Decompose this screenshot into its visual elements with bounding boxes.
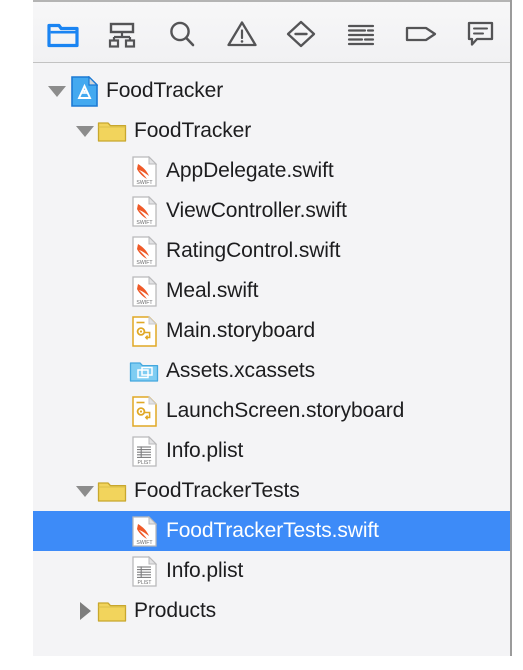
hierarchy-icon [109,22,136,48]
tree-item-foodtrackertests-swift[interactable]: SWIFT FoodTrackerTests.swift [33,511,510,551]
storyboard-icon [129,314,159,348]
tree-item-products-group[interactable]: Products [33,591,510,631]
folder-icon [97,594,127,628]
tree-item-tests-info-plist[interactable]: PLIST Info.plist [33,551,510,591]
tree-item-label: Info.plist [166,559,244,582]
tree-item-viewcontroller-swift[interactable]: SWIFT ViewController.swift [33,191,510,231]
plist-icon: PLIST [129,554,159,588]
svg-text:SWIFT: SWIFT [136,180,153,186]
diamond-minus-icon [287,20,316,48]
disclosure-triangle-icon[interactable] [73,471,97,511]
tree-item-appdelegate-swift[interactable]: SWIFT AppDelegate.swift [33,151,510,191]
folder-icon [47,23,79,48]
tree-item-label: FoodTracker [106,79,224,102]
report-lines-icon [347,24,375,46]
swift-file-icon: SWIFT [129,514,159,548]
breakpoint-navigator-button[interactable] [391,8,451,60]
find-navigator-button[interactable] [152,8,212,60]
tree-item-label: LaunchScreen.storyboard [166,399,405,422]
svg-text:SWIFT: SWIFT [136,300,153,306]
folder-icon [97,474,127,508]
svg-text:PLIST: PLIST [137,580,151,586]
disclosure-triangle-icon[interactable] [73,111,97,151]
svg-text:SWIFT: SWIFT [136,260,153,266]
svg-text:SWIFT: SWIFT [136,220,153,226]
svg-text:SWIFT: SWIFT [136,540,153,546]
issue-navigator-button[interactable] [212,8,272,60]
project-navigator-button[interactable] [33,8,93,60]
debug-navigator-button[interactable] [331,8,391,60]
warning-triangle-icon [227,21,257,47]
swift-file-icon: SWIFT [129,194,159,228]
storyboard-icon [129,394,159,428]
tree-item-label: Products [134,599,217,622]
project-navigator-panel: FoodTracker FoodTracker SWIFT AppDelegat… [33,0,512,656]
tree-item-foodtracker-group[interactable]: FoodTracker [33,111,510,151]
test-navigator-button[interactable] [272,8,332,60]
swift-file-icon: SWIFT [129,234,159,268]
tree-item-foodtracker-project[interactable]: FoodTracker [33,71,510,111]
assets-folder-icon [129,354,159,388]
svg-text:PLIST: PLIST [137,460,151,466]
tree-item-label: ViewController.swift [166,199,347,222]
navigator-toolbar [33,0,510,63]
folder-icon [97,114,127,148]
tree-item-label: Meal.swift [166,279,259,302]
plist-icon: PLIST [129,434,159,468]
source-control-navigator-button[interactable] [93,8,153,60]
tree-item-label: Main.storyboard [166,319,316,342]
xcode-project-icon [69,74,99,108]
disclosure-triangle-icon[interactable] [73,591,97,631]
tree-item-label: FoodTrackerTests.swift [166,519,379,542]
swift-file-icon: SWIFT [129,274,159,308]
tree-item-label: Assets.xcassets [166,359,316,382]
project-tree: FoodTracker FoodTracker SWIFT AppDelegat… [33,63,510,631]
tree-item-foodtrackertests-group[interactable]: FoodTrackerTests [33,471,510,511]
disclosure-triangle-icon[interactable] [45,71,69,111]
tree-item-info-plist[interactable]: PLIST Info.plist [33,431,510,471]
report-navigator-button[interactable] [450,8,510,60]
swift-file-icon: SWIFT [129,154,159,188]
tree-item-assets-xcassets[interactable]: Assets.xcassets [33,351,510,391]
tree-item-label: FoodTracker [134,119,252,142]
search-icon [170,21,195,47]
tree-item-label: AppDelegate.swift [166,159,334,182]
speech-bubble-icon [468,21,494,46]
tree-item-meal-swift[interactable]: SWIFT Meal.swift [33,271,510,311]
tree-item-label: Info.plist [166,439,244,462]
tree-item-main-storyboard[interactable]: Main.storyboard [33,311,510,351]
breakpoint-tag-icon [405,26,436,42]
tree-item-label: RatingControl.swift [166,239,341,262]
tree-item-launchscreen-storyboard[interactable]: LaunchScreen.storyboard [33,391,510,431]
tree-item-label: FoodTrackerTests [134,479,300,502]
tree-item-ratingcontrol-swift[interactable]: SWIFT RatingControl.swift [33,231,510,271]
